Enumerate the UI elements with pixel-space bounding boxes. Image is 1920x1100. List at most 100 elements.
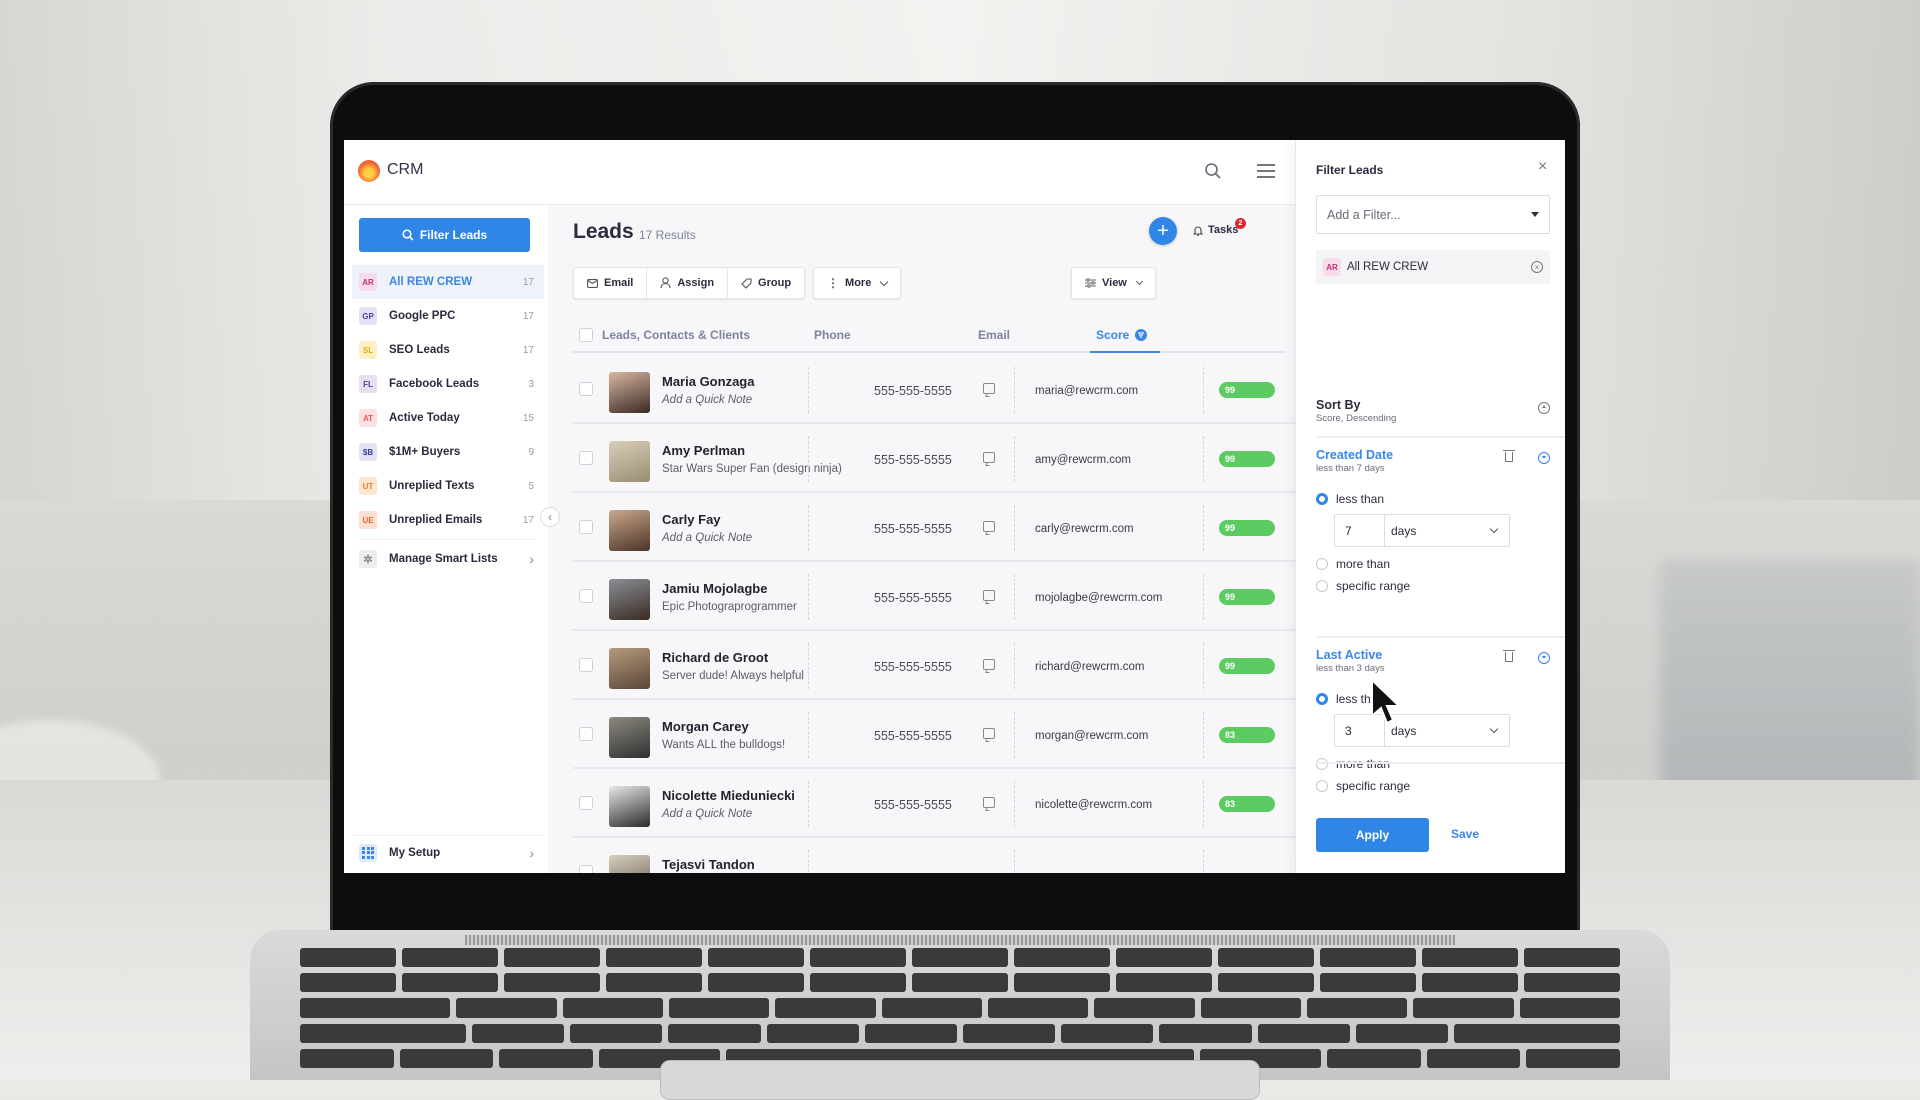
column-header-score[interactable]: Score bbox=[1090, 318, 1160, 353]
lead-name[interactable]: Nicolette Mieduniecki bbox=[662, 788, 795, 803]
radio-button[interactable] bbox=[1316, 493, 1328, 505]
table-row[interactable]: Nicolette Mieduniecki Add a Quick Note 555… bbox=[573, 769, 1295, 838]
lead-email[interactable]: amy@rewcrm.com bbox=[1035, 454, 1131, 466]
row-checkbox[interactable] bbox=[579, 381, 593, 396]
lead-phone[interactable]: 555-555-5555 bbox=[874, 384, 952, 398]
table-row[interactable]: Richard de Groot Server dude! Always help… bbox=[573, 631, 1295, 700]
my-setup-link[interactable]: My Setup › bbox=[352, 835, 544, 869]
avatar[interactable] bbox=[609, 717, 650, 758]
manage-smart-lists-link[interactable]: ✲ Manage Smart Lists › bbox=[352, 542, 544, 576]
lead-name[interactable]: Carly Fay bbox=[662, 512, 721, 527]
row-checkbox[interactable] bbox=[579, 726, 593, 741]
quick-note[interactable]: Add a Quick Note bbox=[662, 808, 752, 820]
search-icon[interactable] bbox=[1204, 162, 1224, 182]
table-row[interactable]: Morgan Carey Wants ALL the bulldogs! 555-5… bbox=[573, 700, 1295, 769]
row-checkbox[interactable] bbox=[579, 519, 593, 534]
row-checkbox[interactable] bbox=[579, 450, 593, 465]
column-header-email[interactable]: Email bbox=[978, 328, 1010, 342]
text-message-icon[interactable] bbox=[983, 728, 995, 739]
radio-option[interactable]: specific range bbox=[1316, 775, 1550, 797]
lead-name[interactable]: Richard de Groot bbox=[662, 650, 768, 665]
text-message-icon[interactable] bbox=[983, 797, 995, 808]
avatar[interactable] bbox=[609, 441, 650, 482]
quick-note[interactable]: Epic Photograprogrammer bbox=[662, 601, 797, 613]
lead-email[interactable]: nicolette@rewcrm.com bbox=[1035, 799, 1152, 811]
lead-email[interactable]: carly@rewcrm.com bbox=[1035, 523, 1134, 535]
view-button[interactable]: View bbox=[1072, 268, 1155, 298]
radio-option[interactable]: more than bbox=[1316, 553, 1550, 575]
radio-option[interactable]: more than bbox=[1316, 753, 1550, 775]
lead-email[interactable]: richard@rewcrm.com bbox=[1035, 661, 1144, 673]
lead-email[interactable]: maria@rewcrm.com bbox=[1035, 385, 1138, 397]
trash-icon[interactable] bbox=[1503, 650, 1515, 662]
row-checkbox[interactable] bbox=[579, 864, 593, 873]
more-dropdown[interactable]: ⋮ More bbox=[813, 267, 902, 299]
lead-name[interactable]: Amy Perlman bbox=[662, 443, 745, 458]
lead-phone[interactable]: 555-555-5555 bbox=[874, 798, 952, 812]
table-row[interactable]: Tejasvi Tandon bbox=[573, 838, 1295, 873]
radio-option[interactable]: less than bbox=[1316, 488, 1550, 510]
sort-by-section[interactable]: Sort By Score, Descending bbox=[1316, 398, 1550, 424]
table-row[interactable]: Maria Gonzaga Add a Quick Note 555-555-555… bbox=[573, 355, 1295, 424]
add-filter-select[interactable]: Add a Filter... bbox=[1316, 195, 1550, 234]
quick-note[interactable]: Wants ALL the bulldogs! bbox=[662, 739, 785, 751]
column-header-phone[interactable]: Phone bbox=[814, 328, 851, 342]
radio-button[interactable] bbox=[1316, 780, 1328, 792]
email-button[interactable]: Email bbox=[574, 268, 648, 298]
lead-name[interactable]: Jamiu Mojolagbe bbox=[662, 581, 767, 596]
created-amount-input[interactable]: 7 bbox=[1335, 515, 1385, 546]
sidebar-item[interactable]: $B $1M+ Buyers 9 bbox=[352, 435, 544, 469]
sidebar-item[interactable]: FL Facebook Leads 3 bbox=[352, 367, 544, 401]
expand-toggle-icon[interactable] bbox=[1538, 452, 1550, 464]
sidebar-item[interactable]: UE Unreplied Emails 17 bbox=[352, 503, 544, 537]
lead-name[interactable]: Morgan Carey bbox=[662, 719, 749, 734]
trash-icon[interactable] bbox=[1503, 450, 1515, 462]
sidebar-item[interactable]: AR All REW CREW 17 bbox=[352, 265, 544, 299]
close-icon[interactable]: × bbox=[1538, 158, 1547, 176]
radio-button[interactable] bbox=[1316, 580, 1328, 592]
radio-button[interactable] bbox=[1316, 758, 1328, 770]
lead-email[interactable]: morgan@rewcrm.com bbox=[1035, 730, 1148, 742]
radio-option[interactable]: less than bbox=[1316, 688, 1550, 710]
column-header-name[interactable]: Leads, Contacts & Clients bbox=[602, 328, 750, 342]
lead-phone[interactable]: 555-555-5555 bbox=[874, 729, 952, 743]
group-button[interactable]: Group bbox=[728, 268, 804, 298]
filter-leads-button[interactable]: Filter Leads bbox=[359, 218, 530, 252]
table-row[interactable]: Carly Fay Add a Quick Note 555-555-5555 car… bbox=[573, 493, 1295, 562]
apply-button[interactable]: Apply bbox=[1316, 818, 1429, 852]
row-checkbox[interactable] bbox=[579, 657, 593, 672]
avatar[interactable] bbox=[609, 786, 650, 827]
sidebar-item[interactable]: AT Active Today 15 bbox=[352, 401, 544, 435]
lead-email[interactable]: mojolagbe@rewcrm.com bbox=[1035, 592, 1162, 604]
text-message-icon[interactable] bbox=[983, 659, 995, 670]
quick-note[interactable]: Add a Quick Note bbox=[662, 394, 752, 406]
row-checkbox[interactable] bbox=[579, 588, 593, 603]
lead-phone[interactable]: 555-555-5555 bbox=[874, 591, 952, 605]
assign-button[interactable]: Assign bbox=[647, 268, 729, 298]
radio-button[interactable] bbox=[1316, 558, 1328, 570]
table-row[interactable]: Amy Perlman Star Wars Super Fan (design n… bbox=[573, 424, 1295, 493]
lead-name[interactable]: Tejasvi Tandon bbox=[662, 857, 755, 872]
radio-option[interactable]: specific range bbox=[1316, 575, 1550, 597]
more-button[interactable]: ⋮ More bbox=[814, 268, 900, 298]
lead-phone[interactable]: 555-555-5555 bbox=[874, 522, 952, 536]
tasks-button[interactable]: Tasks 2 bbox=[1193, 218, 1246, 236]
view-dropdown[interactable]: View bbox=[1071, 267, 1156, 299]
text-message-icon[interactable] bbox=[983, 383, 995, 394]
row-checkbox[interactable] bbox=[579, 795, 593, 810]
remove-filter-icon[interactable]: × bbox=[1531, 261, 1543, 273]
avatar[interactable] bbox=[609, 579, 650, 620]
text-message-icon[interactable] bbox=[983, 452, 995, 463]
avatar[interactable] bbox=[609, 510, 650, 551]
avatar[interactable] bbox=[609, 372, 650, 413]
table-row[interactable]: Jamiu Mojolagbe Epic Photograprogrammer 55… bbox=[573, 562, 1295, 631]
avatar[interactable] bbox=[609, 648, 650, 689]
avatar[interactable] bbox=[609, 855, 650, 873]
add-lead-button[interactable]: + bbox=[1149, 217, 1177, 245]
collapse-sidebar-button[interactable]: ‹ bbox=[540, 507, 560, 527]
text-message-icon[interactable] bbox=[983, 590, 995, 601]
text-message-icon[interactable] bbox=[983, 521, 995, 532]
collapse-toggle-icon[interactable] bbox=[1538, 402, 1550, 414]
lead-name[interactable]: Maria Gonzaga bbox=[662, 374, 754, 389]
hamburger-menu-icon[interactable] bbox=[1257, 164, 1275, 178]
